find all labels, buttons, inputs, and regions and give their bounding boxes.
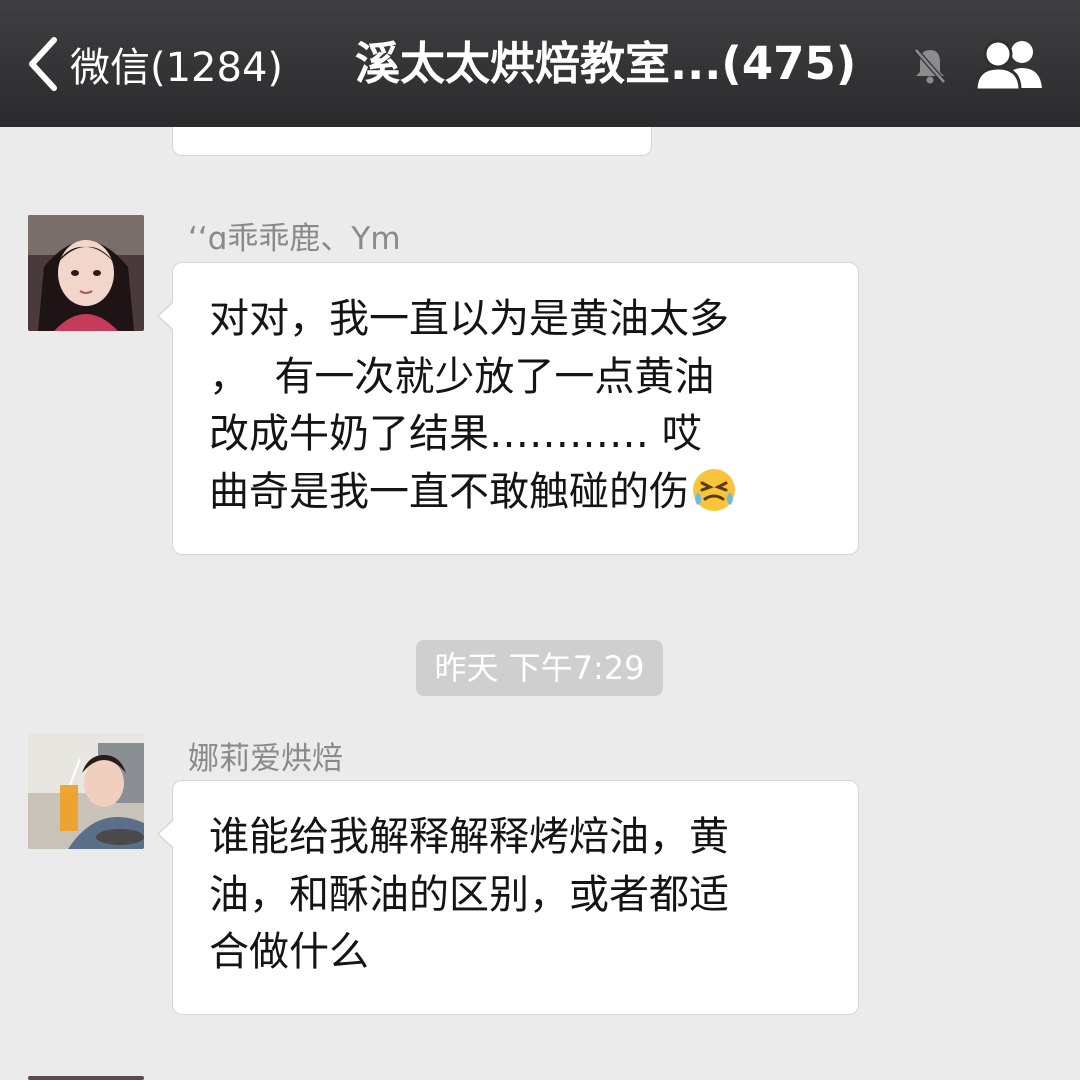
message-bubble[interactable]: 谁能给我解释解释烤焙油，黄 油，和酥油的区别，或者都适 合做什么 xyxy=(157,780,859,1015)
group-icon xyxy=(974,39,1042,92)
avatar[interactable] xyxy=(28,1076,144,1080)
message-text: 对对，我一直以为是黄油太多 ， 有一次就少放了一点黄油 改成牛奶了结果………… … xyxy=(209,291,829,521)
message-text: 谁能给我解释解释烤焙油，黄 油，和酥油的区别，或者都适 合做什么 xyxy=(209,814,729,975)
chat-title: 溪太太烘焙教室...(475) xyxy=(355,37,857,90)
members-button[interactable] xyxy=(972,36,1044,92)
timestamp: 昨天 下午7:29 xyxy=(416,640,663,696)
avatar[interactable] xyxy=(28,733,144,849)
chat-area: ‘‘ɑ乖乖鹿、Ym 对对，我一直以为是黄油太多 ， 有一次就少放了一点黄油 改成… xyxy=(0,0,1080,1080)
sender-name: 娜莉爱烘焙 xyxy=(188,741,343,777)
avatar[interactable] xyxy=(28,215,144,331)
back-button[interactable]: 微信(1284) xyxy=(24,30,283,98)
message-bubble[interactable]: 对对，我一直以为是黄油太多 ， 有一次就少放了一点黄油 改成牛奶了结果………… … xyxy=(157,262,859,555)
bell-muted-icon xyxy=(914,48,946,84)
crying-face-icon xyxy=(691,467,737,513)
navigation-bar: 微信(1284) 溪太太烘焙教室...(475) xyxy=(0,0,1080,127)
back-label: 微信(1284) xyxy=(70,45,284,91)
chevron-left-icon xyxy=(29,37,57,91)
sender-name: ‘‘ɑ乖乖鹿、Ym xyxy=(188,221,401,257)
